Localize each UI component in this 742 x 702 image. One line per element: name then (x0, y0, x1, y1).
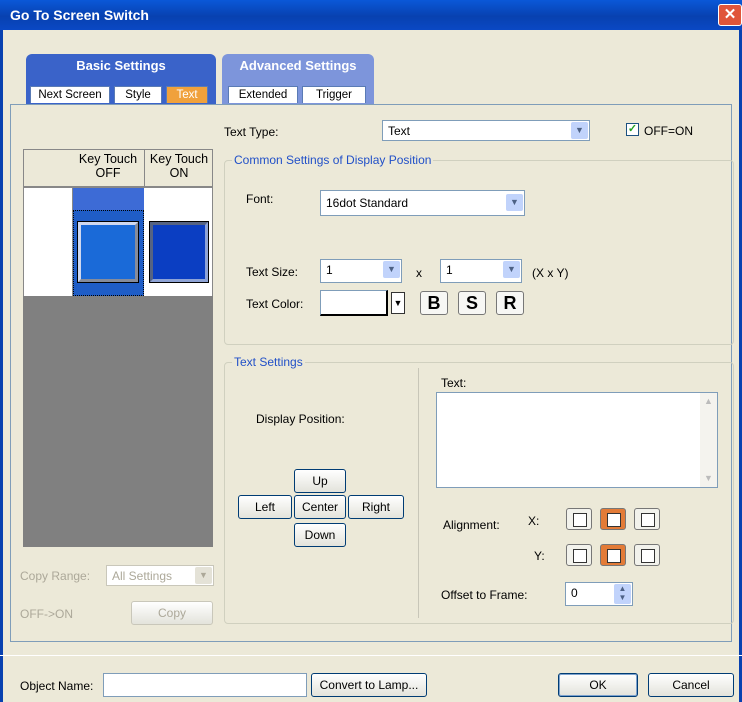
footer-divider (0, 655, 742, 656)
object-name-input[interactable] (103, 673, 307, 697)
off-on-label: OFF->ON (20, 607, 73, 621)
off-on-checkbox[interactable]: ✓ (626, 123, 639, 136)
offset-to-frame-value: 0 (571, 586, 578, 600)
copy-range-select[interactable]: All Settings ▼ (106, 565, 214, 586)
text-size-y-value: 1 (446, 263, 453, 277)
alignment-x-label: X: (528, 514, 540, 528)
tab-group-basic-label: Basic Settings (76, 58, 166, 73)
tab-group-advanced-label: Advanced Settings (239, 58, 357, 73)
align-y-bottom-button[interactable] (634, 544, 660, 566)
alignment-label: Alignment: (443, 518, 500, 532)
align-middle-icon (607, 549, 621, 563)
text-settings-legend: Text Settings (232, 355, 305, 369)
chevron-down-icon: ▼ (383, 261, 400, 278)
align-x-right-button[interactable] (634, 508, 660, 530)
off-on-checkbox-label: OFF=ON (644, 124, 694, 138)
text-color-dropdown[interactable]: ▼ (391, 292, 405, 314)
text-scrollbar[interactable]: ▲ ▼ (700, 393, 717, 487)
font-select[interactable]: 16dot Standard ▼ (320, 190, 525, 216)
position-center-button[interactable]: Center (294, 495, 346, 519)
text-size-x-value: 1 (326, 263, 333, 277)
reverse-button[interactable]: R (496, 291, 524, 315)
align-y-center-button[interactable] (600, 544, 626, 566)
close-icon: ✕ (723, 6, 737, 23)
switch-off-preview (78, 222, 138, 282)
position-down-button[interactable]: Down (294, 523, 346, 547)
align-center-icon (607, 513, 621, 527)
window-title: Go To Screen Switch (10, 7, 149, 23)
text-label: Text: (441, 376, 467, 390)
checkmark-icon: ✓ (627, 123, 638, 135)
ok-button[interactable]: OK (558, 673, 638, 697)
text-color-label: Text Color: (246, 297, 304, 311)
align-left-icon (573, 513, 587, 527)
align-x-left-button[interactable] (566, 508, 592, 530)
text-settings-divider (418, 368, 419, 618)
alignment-y-label: Y: (534, 549, 545, 563)
text-size-y-select[interactable]: 1 ▼ (440, 259, 522, 283)
font-label: Font: (246, 192, 274, 206)
offset-to-frame-spinner[interactable]: 0 ▲ ▼ (565, 582, 633, 606)
position-left-button[interactable]: Left (238, 495, 292, 519)
offset-to-frame-label: Offset to Frame: (441, 588, 528, 602)
close-button[interactable]: ✕ (718, 4, 742, 26)
tab-text[interactable]: Text (166, 86, 208, 103)
chevron-down-icon: ▼ (393, 298, 403, 308)
align-bottom-icon (641, 549, 655, 563)
cancel-button[interactable]: Cancel (648, 673, 734, 697)
text-color-swatch[interactable] (320, 290, 388, 316)
display-position-label: Display Position: (256, 412, 345, 426)
align-x-center-button[interactable] (600, 508, 626, 530)
position-up-button[interactable]: Up (294, 469, 346, 493)
common-settings-group (224, 160, 734, 345)
text-type-select[interactable]: Text ▼ (382, 120, 590, 141)
preview-col-off-header: Key Touch OFF (78, 152, 138, 180)
preview-empty-area (23, 296, 213, 547)
text-input[interactable]: ▲ ▼ (436, 392, 718, 488)
align-top-icon (573, 549, 587, 563)
chevron-down-icon: ▼ (571, 122, 588, 139)
scroll-down-icon: ▼ (704, 473, 713, 483)
tab-extended[interactable]: Extended (228, 86, 298, 103)
tab-next-screen[interactable]: Next Screen (30, 86, 110, 103)
text-type-value: Text (388, 124, 411, 138)
chevron-down-icon: ▼ (506, 194, 523, 211)
text-size-label: Text Size: (246, 265, 299, 279)
switch-on-preview[interactable] (150, 222, 208, 282)
scroll-up-icon: ▲ (704, 396, 713, 406)
text-size-separator: x (416, 266, 422, 280)
tab-style[interactable]: Style (114, 86, 162, 103)
preview-off-strip (73, 188, 144, 210)
bold-button[interactable]: B (420, 291, 448, 315)
align-right-icon (641, 513, 655, 527)
shadow-button[interactable]: S (458, 291, 486, 315)
object-name-label: Object Name: (20, 679, 94, 693)
position-right-button[interactable]: Right (348, 495, 404, 519)
chevron-down-icon: ▼ (195, 567, 212, 584)
font-value: 16dot Standard (326, 196, 409, 210)
text-type-label: Text Type: (224, 125, 279, 139)
copy-range-value: All Settings (112, 569, 173, 583)
convert-to-lamp-button[interactable]: Convert to Lamp... (311, 673, 427, 697)
align-y-top-button[interactable] (566, 544, 592, 566)
text-size-x-select[interactable]: 1 ▼ (320, 259, 402, 283)
copy-button[interactable]: Copy (131, 601, 213, 625)
chevron-down-icon: ▼ (503, 261, 520, 278)
copy-range-label: Copy Range: (20, 569, 91, 583)
common-settings-legend: Common Settings of Display Position (232, 153, 434, 167)
preview-col-on-header: Key Touch ON (144, 150, 213, 186)
text-size-unit: (X x Y) (532, 266, 569, 280)
tab-trigger[interactable]: Trigger (302, 86, 366, 103)
spinner-updown-icon[interactable]: ▲ ▼ (614, 584, 631, 604)
